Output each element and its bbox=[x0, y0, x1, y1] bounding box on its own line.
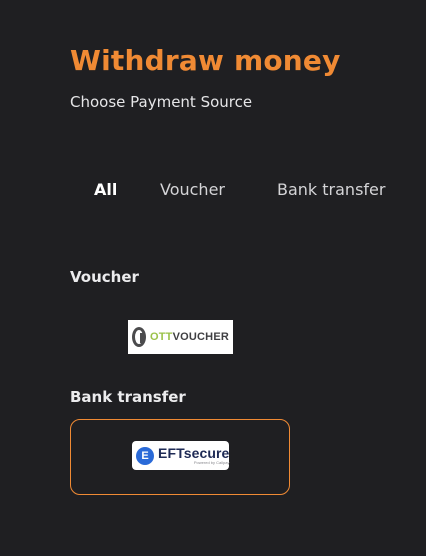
eftsecure-logo-text: EFTsecure bbox=[158, 445, 230, 461]
ott-voucher-option[interactable]: OTTVOUCHER bbox=[128, 320, 233, 354]
eftsecure-logo-icon: E bbox=[136, 446, 154, 465]
tab-bank-transfer[interactable]: Bank transfer bbox=[277, 180, 385, 199]
eftsecure-option-card[interactable]: E EFTsecure Powered by Callpay bbox=[70, 419, 290, 495]
page-title: Withdraw money bbox=[70, 44, 341, 77]
voucher-section-heading: Voucher bbox=[70, 268, 139, 286]
ott-logo-text-b: VOUCHER bbox=[172, 331, 229, 343]
ott-logo-text-a: OTT bbox=[149, 331, 173, 343]
ott-voucher-logo-text: OTTVOUCHER bbox=[150, 331, 229, 343]
tab-all[interactable]: All bbox=[94, 180, 117, 199]
eftsecure-logo-text-group: EFTsecure Powered by Callpay bbox=[158, 446, 229, 465]
eftsecure-logo: E EFTsecure Powered by Callpay bbox=[132, 441, 229, 470]
eftsecure-logo-subtext: Powered by Callpay bbox=[193, 460, 230, 465]
tab-voucher[interactable]: Voucher bbox=[160, 180, 225, 199]
withdraw-page: Withdraw money Choose Payment Source All… bbox=[0, 0, 426, 556]
bank-transfer-section-heading: Bank transfer bbox=[70, 388, 186, 406]
ott-voucher-logo-icon bbox=[132, 327, 146, 347]
page-subtitle: Choose Payment Source bbox=[70, 93, 253, 111]
